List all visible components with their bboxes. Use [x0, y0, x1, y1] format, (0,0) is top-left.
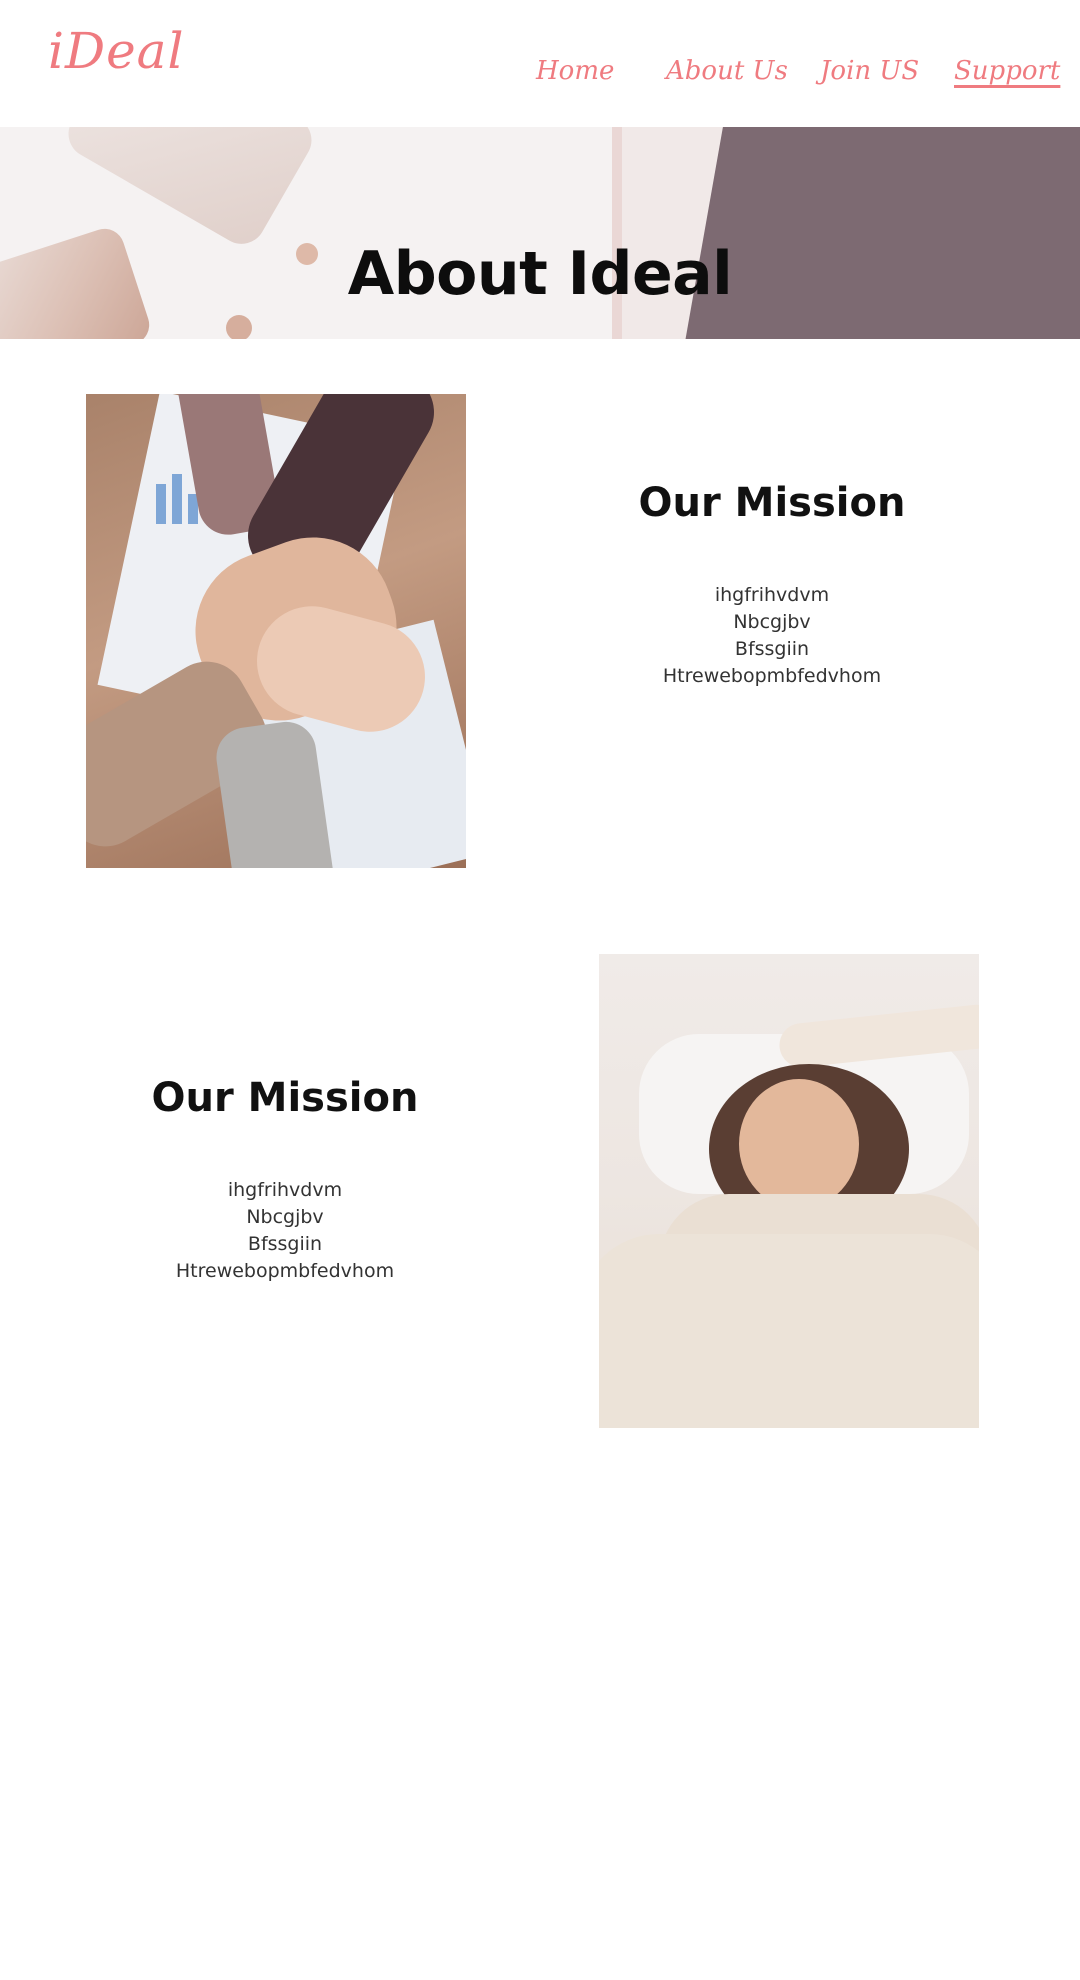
- nav-link-home[interactable]: Home: [536, 56, 614, 86]
- mission-text: ihgfrihvdvm Nbcgjbv Bfssgiin Htrewebopmb…: [85, 1177, 485, 1285]
- photo-chart-bar: [172, 474, 182, 524]
- mission-text-line: Nbcgjbv: [733, 611, 811, 633]
- mission-section-1: Our Mission ihgfrihvdvm Nbcgjbv Bfssgiin…: [572, 480, 972, 690]
- page-title: About Ideal: [347, 239, 733, 310]
- nav-link-about-us[interactable]: About Us: [666, 56, 788, 86]
- site-header: iDeal Home About Us Join US Support: [0, 0, 1080, 127]
- mission-text-line: ihgfrihvdvm: [227, 1179, 343, 1201]
- photo-chart-bar: [156, 484, 166, 524]
- hero-banner: About Ideal: [0, 127, 1080, 339]
- mission-text-line: ihgfrihvdvm: [714, 584, 830, 606]
- mission-text-line: Bfssgiin: [734, 638, 810, 660]
- mission-text-line: Nbcgjbv: [246, 1206, 324, 1228]
- mission-heading: Our Mission: [638, 480, 906, 526]
- mission-text: ihgfrihvdvm Nbcgjbv Bfssgiin Htrewebopmb…: [572, 582, 972, 690]
- mission-text-line: Htrewebopmbfedvhom: [662, 665, 882, 687]
- nav-link-support[interactable]: Support: [954, 56, 1060, 86]
- photo-blanket: [599, 1234, 979, 1428]
- photo-face: [739, 1079, 859, 1209]
- mission-text-line: Bfssgiin: [247, 1233, 323, 1255]
- hero-pushpin-image: [226, 315, 252, 339]
- mission-text-line: Htrewebopmbfedvhom: [175, 1260, 395, 1282]
- mission-heading: Our Mission: [151, 1075, 419, 1121]
- team-hands-photo: [86, 394, 466, 868]
- mission-section-2: Our Mission ihgfrihvdvm Nbcgjbv Bfssgiin…: [85, 1075, 485, 1285]
- woman-relaxing-photo: [599, 954, 979, 1428]
- main-nav: Home About Us Join US Support: [0, 56, 1080, 96]
- nav-link-join-us[interactable]: Join US: [820, 56, 919, 86]
